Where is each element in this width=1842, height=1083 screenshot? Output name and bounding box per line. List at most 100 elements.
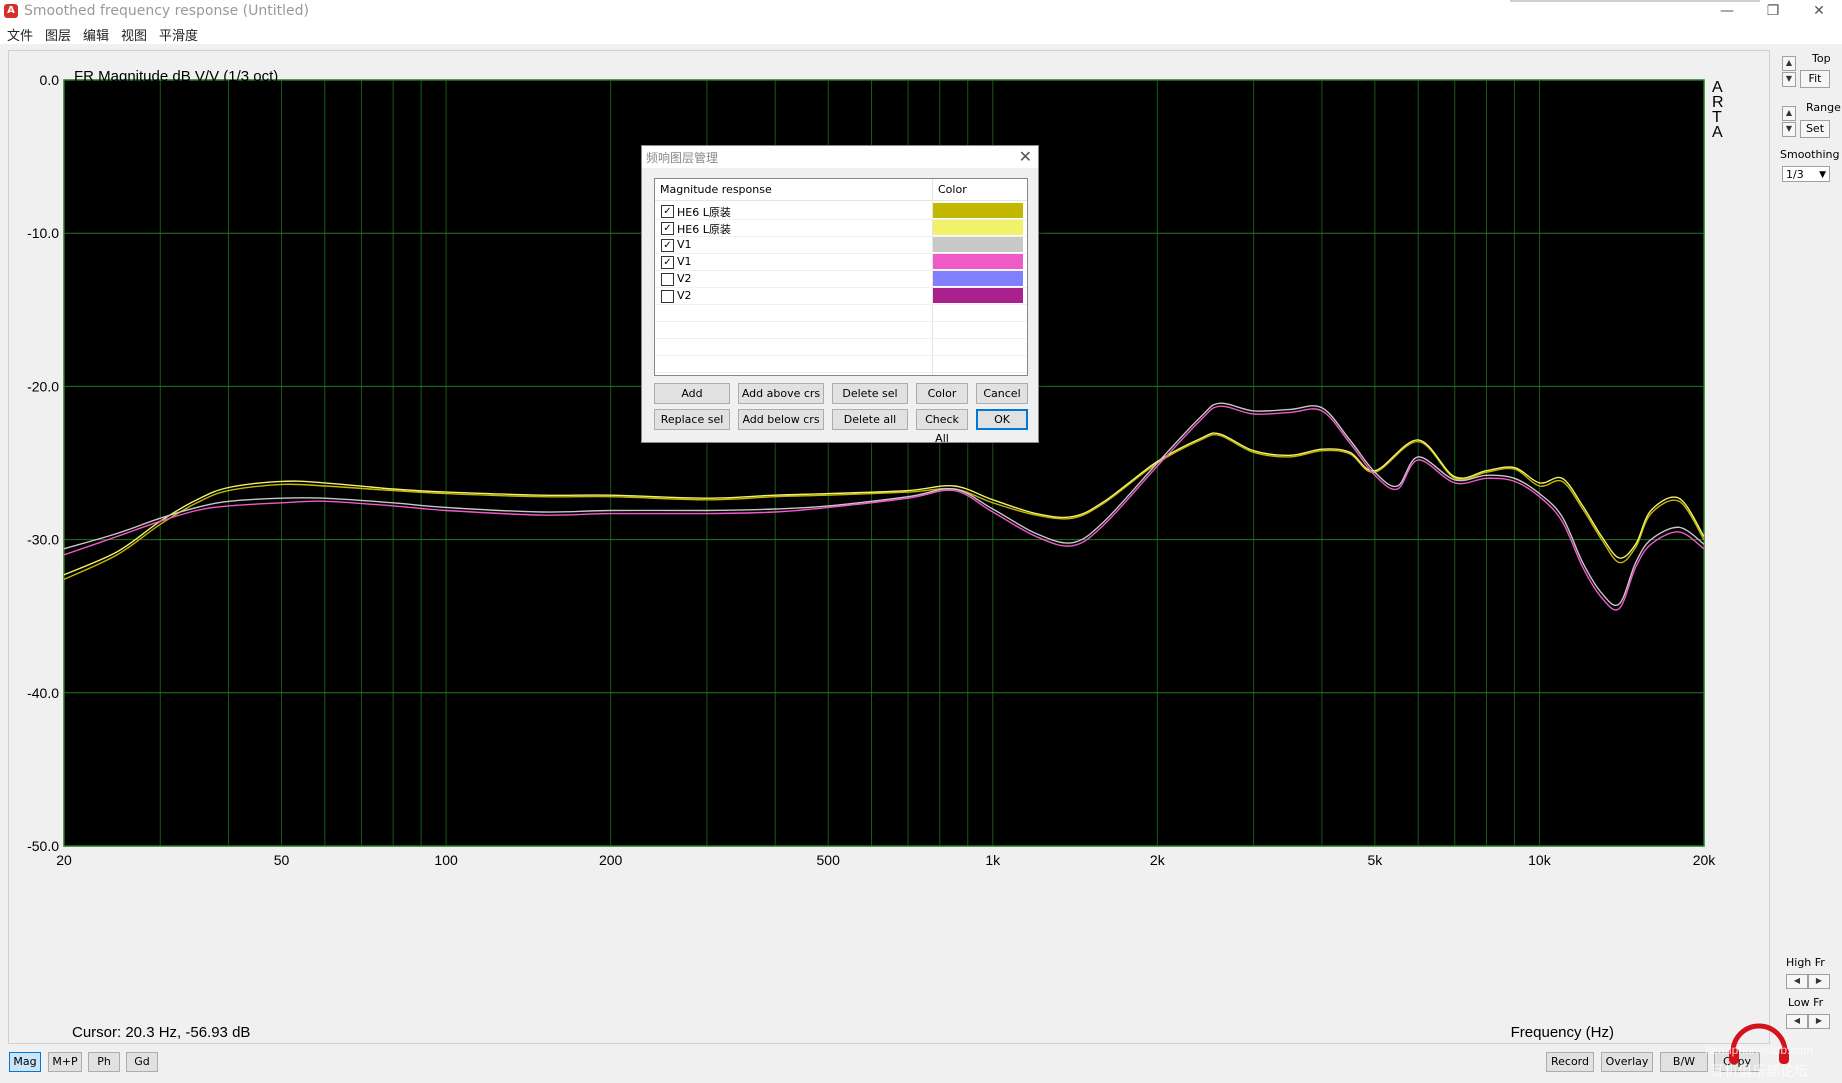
close-button[interactable]: ✕: [1796, 0, 1842, 24]
app-icon: A: [4, 4, 18, 18]
range-up-spinner[interactable]: ▲: [1782, 106, 1796, 121]
layer-row[interactable]: ✓ V1: [655, 253, 1027, 271]
y-tick-label: 0.0: [40, 72, 60, 88]
empty-row: [655, 321, 1027, 339]
dialog-close-icon[interactable]: ✕: [1019, 147, 1032, 166]
range-down-spinner[interactable]: ▼: [1782, 122, 1796, 137]
layer-checkbox[interactable]: ✓: [661, 256, 674, 269]
watermark-site: headphoneclub.com: [1705, 1043, 1813, 1057]
layer-color-swatch[interactable]: [933, 254, 1023, 269]
mag-button[interactable]: Mag: [9, 1052, 41, 1072]
delete-all-button[interactable]: Delete all: [832, 409, 908, 430]
group-delay-button[interactable]: Gd: [126, 1052, 158, 1072]
layer-color-swatch[interactable]: [933, 220, 1023, 235]
layer-color-swatch[interactable]: [933, 237, 1023, 252]
dialog-title: 频响图层管理: [646, 151, 719, 165]
top-down-spinner[interactable]: ▼: [1782, 72, 1796, 87]
background-window-edge: [1510, 0, 1760, 2]
high-fr-label: High Fr: [1786, 956, 1825, 969]
layer-row[interactable]: V2: [655, 270, 1027, 288]
layer-row[interactable]: V2: [655, 287, 1027, 305]
y-tick-label: -40.0: [27, 685, 59, 701]
top-label: Top: [1812, 52, 1831, 65]
layer-color-swatch[interactable]: [933, 203, 1023, 218]
menu-smoothing[interactable]: 平滑度: [159, 25, 198, 44]
col-header-color[interactable]: Color: [933, 179, 1027, 201]
layer-name: HE6 L原装: [677, 206, 731, 219]
menu-file[interactable]: 文件: [7, 25, 33, 44]
empty-row: [655, 355, 1027, 373]
top-up-spinner[interactable]: ▲: [1782, 56, 1796, 71]
layer-row[interactable]: ✓ HE6 L原装: [655, 202, 1027, 220]
title-bar: A Smoothed frequency response (Untitled)…: [0, 0, 1842, 24]
cursor-readout: Cursor: 20.3 Hz, -56.93 dB: [72, 1024, 250, 1041]
mag-phase-button[interactable]: M+P: [48, 1052, 82, 1072]
range-label: Range: [1806, 101, 1841, 114]
minimize-button[interactable]: —: [1704, 0, 1750, 24]
cancel-button[interactable]: Cancel: [976, 383, 1028, 404]
chart-title: FR Magnitude dB V/V (1/3 oct): [74, 68, 278, 85]
replace-selected-button[interactable]: Replace sel: [654, 409, 730, 430]
restore-button[interactable]: ❐: [1750, 0, 1796, 24]
smoothing-label: Smoothing: [1780, 148, 1840, 161]
menu-layers[interactable]: 图层: [45, 25, 71, 44]
dialog-title-bar: 频响图层管理 ✕: [642, 146, 1038, 168]
col-header-magnitude[interactable]: Magnitude response: [655, 179, 932, 201]
menu-bar: 文件 图层 编辑 视图 平滑度: [0, 24, 1842, 44]
layer-name: HE6 L原装: [677, 223, 731, 236]
y-tick-label: -20.0: [27, 378, 59, 394]
bottom-toolbar: Mag M+P Ph Gd Record Overlay B/W Copy: [0, 1044, 1842, 1080]
smoothing-value: 1/3: [1786, 168, 1804, 181]
x-tick-label: 500: [817, 852, 841, 868]
set-button[interactable]: Set: [1800, 120, 1830, 138]
layer-name: V1: [677, 255, 692, 268]
empty-row: [655, 338, 1027, 356]
add-below-cursor-button[interactable]: Add below crs: [738, 409, 824, 430]
layer-row[interactable]: ✓ HE6 L原装: [655, 219, 1027, 237]
layer-checkbox[interactable]: [661, 290, 674, 303]
x-tick-label: 20k: [1693, 852, 1717, 868]
high-fr-left-button[interactable]: ◀: [1786, 974, 1808, 989]
add-button[interactable]: Add: [654, 383, 730, 404]
y-tick-label: -30.0: [27, 532, 59, 548]
window-title: Smoothed frequency response (Untitled): [24, 3, 309, 19]
add-above-cursor-button[interactable]: Add above crs: [738, 383, 824, 404]
record-button[interactable]: Record: [1546, 1052, 1594, 1072]
fit-button[interactable]: Fit: [1800, 70, 1830, 88]
chevron-down-icon: ▼: [1819, 170, 1826, 180]
watermark: headphoneclub.com 耳机俱乐部论坛: [1685, 1010, 1835, 1080]
menu-edit[interactable]: 编辑: [83, 25, 109, 44]
layer-name: V1: [677, 238, 692, 251]
phase-button[interactable]: Ph: [88, 1052, 120, 1072]
x-tick-label: 20: [56, 852, 72, 868]
watermark-text: 耳机俱乐部论坛: [1710, 1064, 1808, 1080]
right-control-panel: ▲ ▼ Top Fit ▲ ▼ Range Set Smoothing 1/3 …: [1770, 50, 1842, 1042]
smoothing-select[interactable]: 1/3 ▼: [1782, 166, 1830, 182]
layer-color-swatch[interactable]: [933, 271, 1023, 286]
layer-name: V2: [677, 289, 692, 302]
layer-checkbox[interactable]: ✓: [661, 205, 674, 218]
arta-vertical-label: ARTA: [1712, 79, 1724, 141]
delete-selected-button[interactable]: Delete sel: [832, 383, 908, 404]
y-tick-label: -10.0: [27, 225, 59, 241]
y-tick-label: -50.0: [27, 838, 59, 854]
layer-list[interactable]: Magnitude response Color ✓ HE6 L原装 ✓ HE6 L原…: [654, 178, 1028, 376]
color-button[interactable]: Color: [916, 383, 968, 404]
menu-view[interactable]: 视图: [121, 25, 147, 44]
x-tick-label: 200: [599, 852, 623, 868]
arta-letter: A: [1712, 124, 1723, 141]
layer-name: V2: [677, 272, 692, 285]
layer-checkbox[interactable]: [661, 273, 674, 286]
check-all-button[interactable]: Check All: [916, 409, 968, 445]
low-fr-label: Low Fr: [1788, 996, 1824, 1009]
x-tick-label: 50: [274, 852, 290, 868]
overlay-button[interactable]: Overlay: [1601, 1052, 1653, 1072]
high-fr-right-button[interactable]: ▶: [1808, 974, 1830, 989]
ok-button[interactable]: OK: [976, 409, 1028, 430]
layer-row[interactable]: ✓ V1: [655, 236, 1027, 254]
x-tick-label: 2k: [1150, 852, 1166, 868]
layer-checkbox[interactable]: ✓: [661, 222, 674, 235]
layer-color-swatch[interactable]: [933, 288, 1023, 303]
layer-manager-dialog: 频响图层管理 ✕ Magnitude response Color ✓ HE6 L…: [641, 145, 1039, 445]
layer-checkbox[interactable]: ✓: [661, 239, 674, 252]
